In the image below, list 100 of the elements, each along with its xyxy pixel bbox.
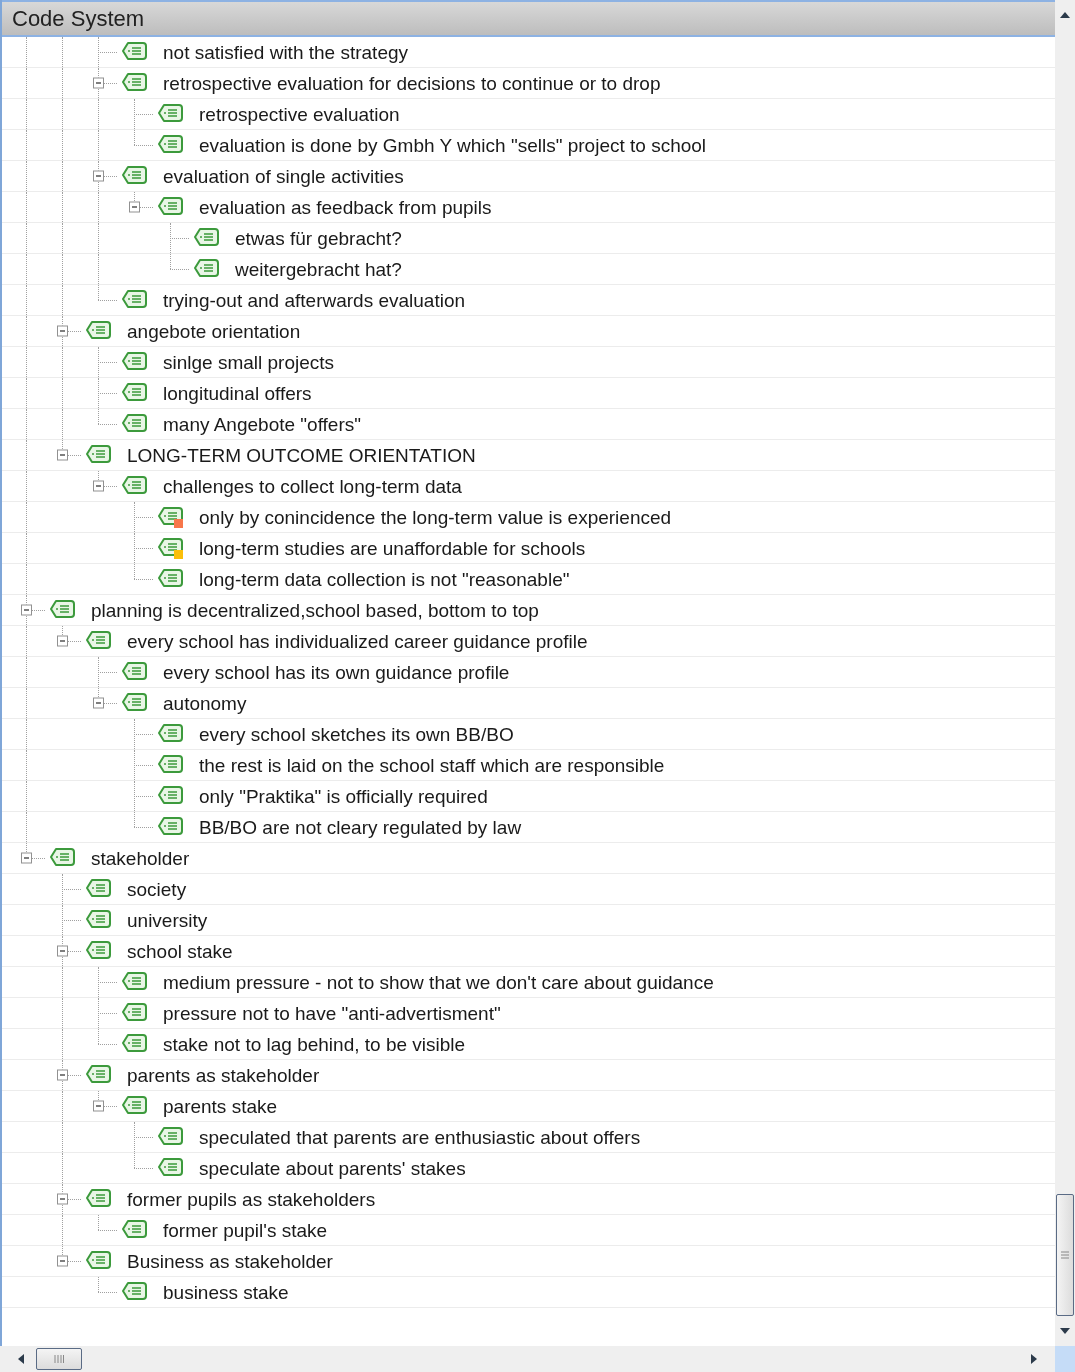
tree-item[interactable]: every school has its own guidance profile <box>163 662 510 682</box>
code-icon <box>121 289 147 311</box>
tree-item[interactable]: Business as stakeholder <box>127 1251 333 1271</box>
code-icon <box>121 413 147 435</box>
collapse-toggle[interactable] <box>21 604 32 616</box>
tree-item[interactable]: not satisfied with the strategy <box>163 42 408 62</box>
scroll-up-icon[interactable] <box>1060 12 1070 18</box>
code-icon <box>85 909 111 931</box>
code-icon <box>121 692 147 714</box>
tree-item[interactable]: evaluation is done by Gmbh Y which "sells" project to school <box>199 135 707 155</box>
code-icon <box>157 196 183 218</box>
tree-item[interactable]: the rest is laid on the school staff which are responsible <box>199 755 665 775</box>
code-icon <box>193 258 219 280</box>
tree-item[interactable]: angebote orientation <box>127 321 301 341</box>
collapse-toggle[interactable] <box>93 170 104 182</box>
tree-item[interactable]: evaluation as feedback from pupils <box>199 197 492 217</box>
tree-item[interactable]: parents stake <box>163 1096 278 1116</box>
code-icon <box>157 754 183 776</box>
tree-item[interactable]: many Angebote "offers" <box>163 414 361 434</box>
code-icon <box>193 227 219 249</box>
code-icon <box>121 72 147 94</box>
collapse-toggle[interactable] <box>93 77 104 89</box>
code-icon <box>121 382 147 404</box>
tree-item[interactable]: sinlge small projects <box>163 352 335 372</box>
code-icon <box>157 785 183 807</box>
code-icon <box>85 320 111 342</box>
tree-item[interactable]: parents as stakeholder <box>127 1065 320 1085</box>
collapse-toggle[interactable] <box>57 1255 68 1267</box>
tree-item[interactable]: stake not to lag behind, to be visible <box>163 1034 466 1054</box>
tree-item[interactable]: challenges to collect long-term data <box>163 476 462 496</box>
collapse-toggle[interactable] <box>93 1100 104 1112</box>
code-icon <box>157 134 183 156</box>
collapse-toggle[interactable] <box>57 1069 68 1081</box>
tree-item[interactable]: former pupil's stake <box>163 1220 328 1240</box>
scroll-right-icon[interactable] <box>1031 1354 1037 1364</box>
code-icon <box>121 661 147 683</box>
tree-item[interactable]: LONG-TERM OUTCOME ORIENTATION <box>127 445 476 465</box>
tree-item[interactable]: BB/BO are not cleary regulated by law <box>199 817 522 837</box>
code-icon <box>49 599 75 621</box>
code-icon <box>85 1250 111 1272</box>
tree-item[interactable]: university <box>127 910 208 930</box>
collapse-toggle[interactable] <box>57 635 68 647</box>
tree-item[interactable]: stakeholder <box>91 848 190 868</box>
code-icon <box>157 816 183 838</box>
tree-item[interactable]: former pupils as stakeholders <box>127 1189 376 1209</box>
tree-item[interactable]: medium pressure - not to show that we don't care about guidance <box>163 972 714 992</box>
tree-item[interactable]: pressure not to have "anti-advertisment" <box>163 1003 501 1023</box>
code-icon <box>121 351 147 373</box>
code-icon <box>121 971 147 993</box>
tree-item[interactable]: only by conincidence the long-term value is experienced <box>199 507 672 527</box>
collapse-toggle[interactable] <box>129 201 140 213</box>
tree-item[interactable]: trying-out and afterwards evaluation <box>163 290 466 310</box>
code-icon <box>85 630 111 652</box>
vertical-scrollbar[interactable] <box>1055 0 1075 1346</box>
code-icon <box>121 41 147 63</box>
tree-item[interactable]: society <box>127 879 187 899</box>
code-icon <box>157 568 183 590</box>
tree-item[interactable]: business stake <box>163 1282 289 1302</box>
tree-item[interactable]: long-term studies are unaffordable for schools <box>199 538 586 558</box>
tree-item[interactable]: every school has individualized career guidance profile <box>127 631 588 651</box>
code-icon <box>85 444 111 466</box>
collapse-toggle[interactable] <box>93 697 104 709</box>
code-icon <box>121 1095 147 1117</box>
tree-item[interactable]: etwas für gebracht? <box>235 228 402 248</box>
tree-item[interactable]: speculate about parents' stakes <box>199 1158 466 1178</box>
tree-item[interactable]: every school sketches its own BB/BO <box>199 724 514 744</box>
tree-item[interactable]: autonomy <box>163 693 247 713</box>
tree-item[interactable]: speculated that parents are enthusiastic about offers <box>199 1127 641 1147</box>
code-icon <box>121 1033 147 1055</box>
scroll-down-icon[interactable] <box>1060 1328 1070 1334</box>
collapse-toggle[interactable] <box>57 945 68 957</box>
scroll-thumb[interactable] <box>36 1348 82 1370</box>
scroll-thumb[interactable] <box>1056 1194 1074 1316</box>
tree-item[interactable]: only "Praktika" is officially required <box>199 786 488 806</box>
code-icon <box>121 1219 147 1241</box>
code-icon <box>85 940 111 962</box>
collapse-toggle[interactable] <box>57 325 68 337</box>
tree-item[interactable]: planning is decentralized,school based, bottom to top <box>91 600 539 620</box>
tree-item[interactable]: longitudinal offers <box>163 383 312 403</box>
panel-header: Code System <box>2 0 1055 37</box>
scroll-left-icon[interactable] <box>18 1354 24 1364</box>
tree-item[interactable]: retrospective evaluation <box>199 104 400 124</box>
code-icon <box>157 103 183 125</box>
code-icon <box>85 1064 111 1086</box>
collapse-toggle[interactable] <box>57 449 68 461</box>
code-icon <box>121 1002 147 1024</box>
tree-item[interactable]: weitergebracht hat? <box>235 259 402 279</box>
collapse-toggle[interactable] <box>21 852 32 864</box>
collapse-toggle[interactable] <box>93 480 104 492</box>
horizontal-scrollbar[interactable] <box>0 1346 1055 1372</box>
code-icon <box>121 1281 147 1303</box>
tree-item[interactable]: long-term data collection is not "reasonable" <box>199 569 570 589</box>
code-icon <box>49 847 75 869</box>
code-icon <box>121 475 147 497</box>
tree-item[interactable]: school stake <box>127 941 233 961</box>
tree-item[interactable]: evaluation of single activities <box>163 166 404 186</box>
code-icon <box>157 1157 183 1179</box>
tree-item[interactable]: retrospective evaluation for decisions to continue or to drop <box>163 73 661 93</box>
code-icon <box>157 506 183 528</box>
collapse-toggle[interactable] <box>57 1193 68 1205</box>
